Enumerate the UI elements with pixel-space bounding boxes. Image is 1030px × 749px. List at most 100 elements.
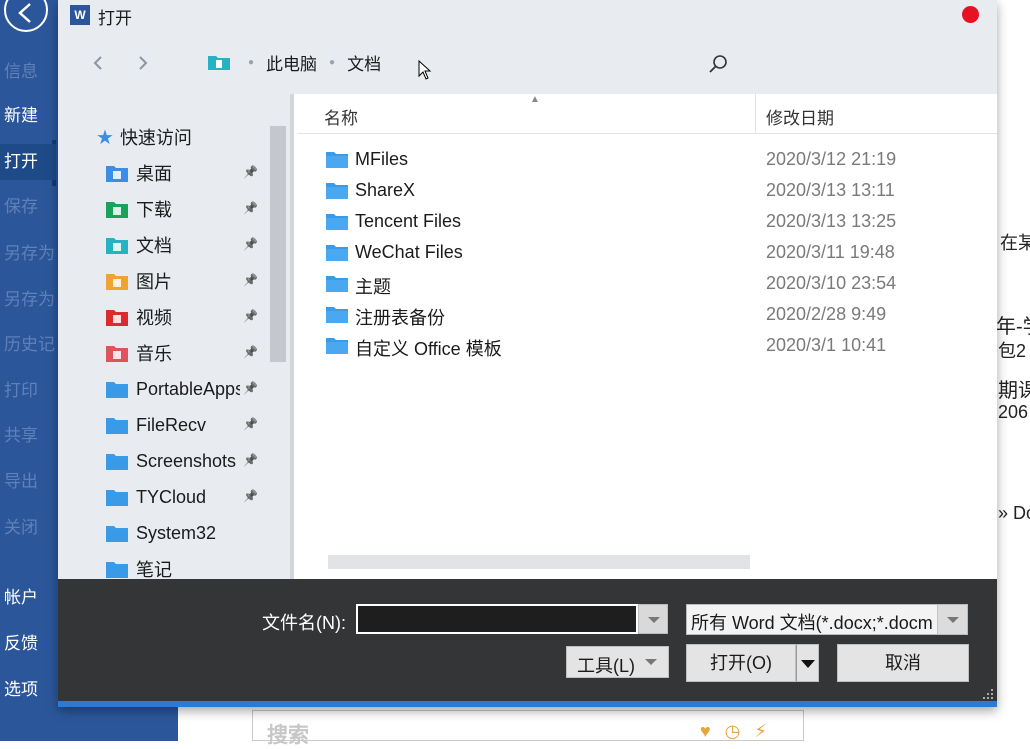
file-type-select[interactable]: 所有 Word 文档(*.docx;*.docm [686,604,968,635]
sort-arrow-icon: ▲ [530,94,540,105]
navigation-bar: ● 此电脑 ● 文档 [58,30,997,94]
back-button[interactable] [4,0,48,32]
forward-nav-button[interactable] [134,54,152,72]
folder-icon [106,524,128,542]
pin-icon[interactable]: 📌 [243,273,258,287]
rail-item[interactable]: 打开 [0,144,56,180]
tools-label: 工具(L) [577,656,635,676]
rail-item[interactable]: 历史记录 [0,327,56,363]
chevron-down-icon [801,660,815,668]
resize-grip-icon[interactable] [983,689,993,699]
filename-label: 文件名(N): [262,613,346,633]
file-row[interactable]: WeChat Files 2020/3/11 19:48 [324,237,984,268]
chevron-left-icon [93,56,102,70]
filename-dropdown-button[interactable] [638,604,668,634]
nav-item[interactable]: FileRecv 📌 [106,408,262,442]
folder-icon [106,380,128,398]
folder-icon [106,560,128,578]
open-file-dialog: W 打开 ● 此电脑 ● 文档 ★ 快速访问 桌面 📌 下载 📌 文档 📌 图片 📌 视频 📌 音乐… [58,0,997,707]
breadcrumb-documents[interactable]: 文档 [347,50,381,75]
folder-icon [326,245,348,261]
rail-item[interactable]: 关闭 [0,510,56,546]
open-dropdown-button[interactable] [796,644,819,682]
column-header: ▲ 名称 修改日期 [298,94,997,134]
bg-text: 在某 [1000,233,1030,253]
file-type-dropdown-button[interactable] [937,605,967,634]
nav-item[interactable]: 视频 📌 [106,300,262,334]
pin-icon[interactable]: 📌 [243,309,258,323]
file-row[interactable]: 主题 2020/3/10 23:54 [324,268,984,299]
breadcrumb-this-pc[interactable]: 此电脑 [266,50,317,75]
folder-icon [326,276,348,292]
chevron-down-icon [648,617,660,623]
file-row[interactable]: 自定义 Office 模板 2020/3/1 10:41 [324,330,984,361]
folder-icon [106,452,128,470]
column-name[interactable]: 名称 [324,104,358,129]
bg-text: » Do [998,503,1030,523]
breadcrumb-separator: ● [329,56,336,68]
nav-item[interactable]: PortableApps 📌 [106,372,262,406]
nav-item[interactable]: 图片 📌 [106,264,262,298]
folder-icon [326,214,348,230]
pin-icon[interactable]: 📌 [243,345,258,359]
nav-item[interactable]: System32 [106,516,262,550]
nav-item[interactable]: TYCloud 📌 [106,480,262,514]
open-button[interactable]: 打开(O) [686,644,796,682]
rail-item[interactable]: 保存 [0,189,56,225]
rail-item[interactable]: 选项 [0,672,56,708]
nav-item-label: 图片 [136,272,172,292]
nav-pane-scrollbar[interactable] [262,94,294,579]
column-divider[interactable] [755,94,756,134]
filename-input[interactable] [356,604,638,634]
rail-item[interactable]: 信息 [0,54,56,90]
tools-button[interactable]: 工具(L) [566,646,669,678]
pin-icon[interactable]: 📌 [243,453,258,467]
scrollbar-thumb[interactable] [270,126,286,362]
rail-item[interactable]: 打印 [0,373,56,409]
pin-icon[interactable]: 📌 [243,381,258,395]
file-row[interactable]: 注册表备份 2020/2/28 9:49 [324,299,984,330]
back-nav-button[interactable] [90,54,108,72]
chevron-down-icon [947,617,959,623]
pin-icon[interactable]: 📌 [243,489,258,503]
nav-item[interactable]: 笔记 [106,552,262,579]
pin-icon[interactable]: 📌 [243,237,258,251]
file-date: 2020/3/1 10:41 [766,335,887,355]
rail-item[interactable]: 帐户 [0,580,56,616]
search-icon[interactable] [708,54,728,74]
pin-icon[interactable]: 📌 [243,201,258,215]
rail-item[interactable]: 另存为 [0,236,56,272]
file-date: 2020/3/12 21:19 [766,149,897,169]
rail-item[interactable]: 共享 [0,418,56,454]
nav-item[interactable]: Screenshots 📌 [106,444,262,478]
file-name: ShareX [355,180,416,200]
pin-icon[interactable]: 📌 [243,417,258,431]
file-list: ▲ 名称 修改日期 MFiles 2020/3/12 21:19 ShareX 202… [298,94,997,579]
pin-icon[interactable]: 📌 [243,165,258,179]
nav-item[interactable]: 下载 📌 [106,192,262,226]
file-name: Tencent Files [355,211,462,231]
horizontal-scrollbar[interactable] [328,555,750,569]
nav-item[interactable]: 桌面 📌 [106,156,262,190]
file-row[interactable]: ShareX 2020/3/13 13:11 [324,175,984,206]
rail-item[interactable]: 新建 [0,98,56,134]
videos-icon [106,308,128,326]
file-row[interactable]: MFiles 2020/3/12 21:19 [324,144,984,175]
rail-item[interactable]: 导出 [0,464,56,500]
rail-item[interactable]: 另存为 [0,282,56,318]
nav-item-label: TYCloud [136,486,207,507]
nav-item[interactable]: 音乐 📌 [106,336,262,370]
file-date: 2020/2/28 9:49 [766,304,887,324]
cancel-button[interactable]: 取消 [837,644,969,682]
column-modified[interactable]: 修改日期 [766,104,834,129]
nav-item-label: 下载 [136,200,172,220]
close-button[interactable] [962,6,979,23]
file-name: MFiles [355,149,408,169]
file-name: 自定义 Office 模板 [355,339,502,359]
nav-item[interactable]: 文档 📌 [106,228,262,262]
rail-item[interactable]: 反馈 [0,626,56,662]
mouse-cursor-icon [418,60,432,80]
quick-access[interactable]: ★ 快速访问 [96,124,192,150]
file-row[interactable]: Tencent Files 2020/3/13 13:25 [324,206,984,237]
breadcrumb-separator: ● [248,56,255,68]
